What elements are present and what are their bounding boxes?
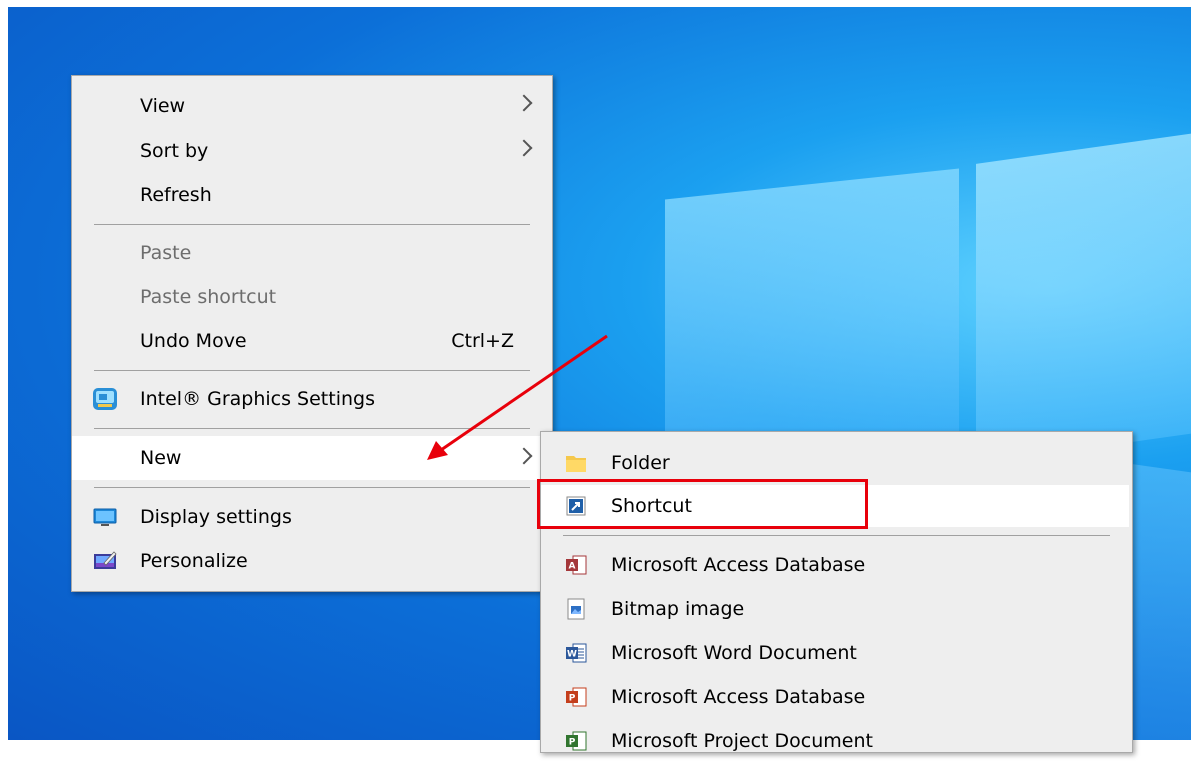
annotation-arrow: [427, 334, 608, 460]
